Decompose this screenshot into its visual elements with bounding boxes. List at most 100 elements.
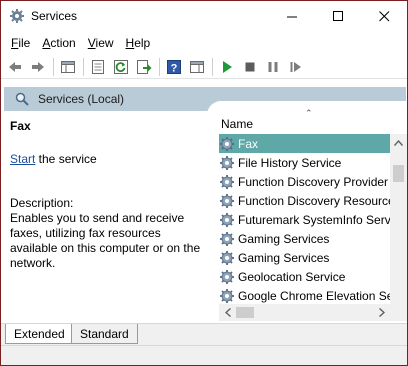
service-name: Gaming Services — [238, 250, 330, 265]
table-row[interactable]: Gaming Services — [219, 229, 395, 248]
stop-service-icon — [245, 62, 255, 71]
export-list-icon — [137, 59, 152, 74]
column-header-name[interactable]: Name — [217, 113, 397, 135]
scrollbar-corner — [390, 304, 407, 321]
services-list: Fax File History Service Function Discover… — [219, 134, 395, 304]
table-row[interactable]: Gaming Services — [219, 248, 395, 267]
scope-title: Services (Local) — [38, 92, 125, 106]
table-row[interactable]: Geolocation Service — [219, 267, 395, 286]
menu-action-label: ction — [50, 36, 76, 50]
service-name: Gaming Services — [238, 231, 330, 246]
selected-service-title: Fax — [10, 119, 31, 133]
column-header-label: Name — [221, 117, 254, 131]
properties-button[interactable] — [88, 57, 108, 77]
toolbar-separator — [53, 57, 54, 76]
gear-icon — [10, 9, 24, 23]
service-gear-icon — [220, 136, 234, 151]
maximize-icon — [332, 10, 343, 21]
service-name: Google Chrome Elevation Se — [238, 288, 394, 303]
toolbar: ? — [1, 55, 407, 79]
chevron-right-icon — [378, 308, 385, 317]
toolbar-separator — [212, 57, 213, 76]
chevron-up-icon — [394, 139, 403, 146]
scroll-right-button[interactable] — [373, 304, 390, 321]
close-button[interactable] — [361, 1, 407, 31]
maximize-button[interactable] — [315, 1, 361, 31]
table-row[interactable]: Function Discovery Provider — [219, 172, 395, 191]
start-service-line: Start the service — [10, 152, 97, 166]
service-gear-icon — [220, 288, 234, 303]
service-gear-icon — [220, 155, 234, 170]
scroll-left-button[interactable] — [219, 304, 236, 321]
menu-file[interactable]: File — [5, 36, 36, 50]
restart-service-button[interactable] — [286, 57, 306, 77]
minimize-icon — [286, 16, 297, 17]
toolbar-separator — [159, 57, 160, 76]
table-row[interactable]: File History Service — [219, 153, 395, 172]
title-bar[interactable]: Services — [1, 1, 407, 31]
stop-service-button[interactable] — [240, 57, 260, 77]
start-service-text: the service — [35, 152, 97, 166]
service-gear-icon — [220, 193, 234, 208]
horizontal-scroll-thumb[interactable] — [236, 307, 254, 318]
vertical-scroll-thumb[interactable] — [393, 165, 404, 182]
menu-view-accel: V — [87, 36, 96, 50]
service-name: Futuremark SystemInfo Servi — [238, 212, 394, 227]
show-hide-console-tree-button[interactable] — [58, 57, 78, 77]
table-row[interactable]: Function Discovery Resource — [219, 191, 395, 210]
tab-extended[interactable]: Extended — [5, 324, 74, 344]
table-row[interactable]: Fax — [219, 134, 395, 153]
service-gear-icon — [220, 231, 234, 246]
help-button[interactable]: ? — [164, 57, 184, 77]
show-hide-console-tree-icon — [61, 60, 75, 73]
chevron-left-icon — [224, 308, 231, 317]
menu-view[interactable]: View — [82, 36, 120, 50]
view-tabs: Extended Standard — [1, 323, 407, 345]
description-pane: Fax Start the service Description: Enabl… — [4, 111, 207, 323]
table-row[interactable]: Google Chrome Elevation Se — [219, 286, 395, 304]
help-icon: ? — [167, 59, 181, 74]
description-label: Description: — [10, 196, 74, 210]
service-gear-icon — [220, 174, 234, 189]
back-arrow-icon — [9, 61, 21, 72]
menu-bar: File Action View Help — [1, 33, 156, 53]
service-name: Function Discovery Resource — [238, 193, 395, 208]
export-list-button[interactable] — [134, 57, 154, 77]
menu-help-accel: H — [125, 36, 135, 50]
start-service-button[interactable] — [217, 57, 237, 77]
status-bar — [1, 345, 407, 365]
tab-standard-label: Standard — [80, 326, 129, 341]
start-service-icon — [223, 60, 232, 73]
menu-help[interactable]: Help — [120, 36, 157, 50]
service-name: Fax — [238, 136, 259, 151]
pause-service-icon — [268, 61, 278, 72]
menu-file-label: ile — [18, 36, 31, 50]
vertical-scrollbar[interactable] — [390, 134, 407, 304]
minimize-button[interactable] — [269, 1, 315, 31]
service-gear-icon — [220, 250, 234, 265]
show-hide-action-pane-button[interactable] — [187, 57, 207, 77]
pause-service-button[interactable] — [263, 57, 283, 77]
properties-icon — [92, 59, 104, 74]
table-row[interactable]: Futuremark SystemInfo Servi — [219, 210, 395, 229]
services-list-pane: ⌃ Name Fax File History Service Function D… — [207, 101, 407, 323]
forward-button[interactable] — [28, 57, 48, 77]
menu-help-label: elp — [134, 36, 151, 50]
back-button[interactable] — [5, 57, 25, 77]
menu-action[interactable]: Action — [36, 36, 81, 50]
toolbar-separator — [83, 57, 84, 76]
scroll-up-button[interactable] — [390, 134, 407, 151]
service-name: File History Service — [238, 155, 342, 170]
refresh-icon — [114, 59, 128, 74]
restart-service-icon — [290, 61, 301, 72]
service-name: Geolocation Service — [238, 269, 346, 284]
refresh-button[interactable] — [111, 57, 131, 77]
menu-view-label: iew — [95, 36, 114, 50]
start-service-link[interactable]: Start — [10, 152, 35, 166]
svg-text:?: ? — [171, 62, 178, 74]
service-gear-icon — [220, 212, 234, 227]
tab-standard[interactable]: Standard — [71, 324, 138, 344]
services-window: Services File Action View Help ? Service… — [0, 0, 408, 366]
horizontal-scrollbar[interactable] — [219, 304, 390, 321]
show-hide-action-pane-icon — [190, 60, 204, 73]
